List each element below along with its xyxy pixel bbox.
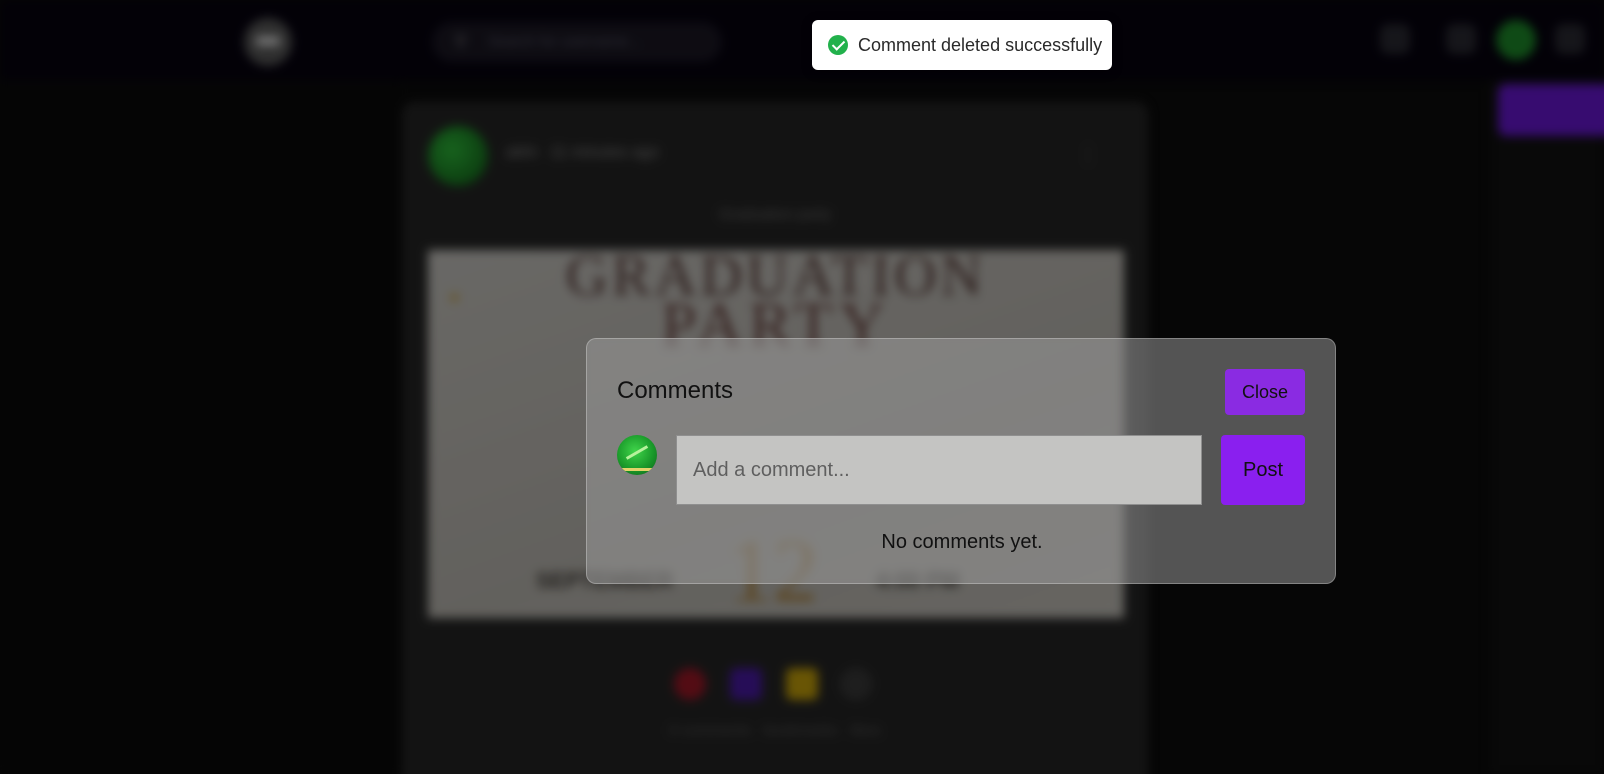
post-comment-button[interactable]: Post bbox=[1221, 435, 1305, 505]
app-root: ⚲ Search for username... abhi · 11 minut… bbox=[0, 0, 1604, 774]
close-button[interactable]: Close bbox=[1225, 369, 1305, 415]
modal-title: Comments bbox=[617, 377, 734, 404]
empty-comments-message: No comments yet. bbox=[881, 531, 1043, 553]
current-user-avatar bbox=[617, 435, 657, 475]
comments-modal: Comments Close Post No comments yet. bbox=[586, 338, 1336, 584]
comment-input[interactable] bbox=[676, 435, 1202, 505]
check-circle-icon bbox=[828, 35, 848, 55]
toast-notification: Comment deleted successfully bbox=[812, 20, 1112, 70]
toast-message: Comment deleted successfully bbox=[858, 34, 1103, 55]
